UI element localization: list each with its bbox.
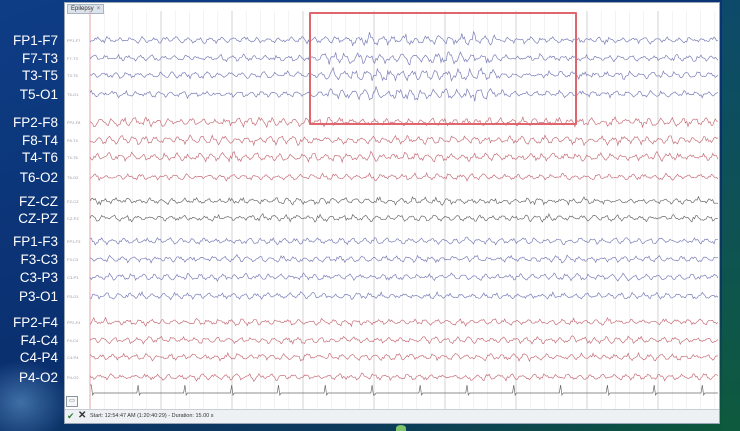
channel-label-fp1-f7: FP1-F7 (12, 33, 58, 48)
row-tag: C4-P4 (67, 355, 79, 360)
row-tag: FZ-CZ (67, 199, 79, 204)
row-tag: P3-O1 (67, 294, 79, 299)
channel-label-column: FP1-F7 F7-T3 T3-T5 T5-O1 FP2-F8 F8-T4 T4-T6 T6-… (0, 0, 62, 431)
row-tag: F4-C4 (67, 338, 79, 343)
row-tag: FP1-F3 (67, 239, 81, 244)
channel-label-fp1-f3: FP1-F3 (12, 234, 58, 249)
marker-tool-icon[interactable]: ▭ (66, 396, 78, 407)
row-tag: T5-O1 (67, 92, 79, 97)
trace-t4-t6 (89, 150, 719, 164)
row-tag: FP2-F4 (67, 320, 81, 325)
trace-fp2-f4 (89, 316, 719, 328)
status-bar: ✔ ✕ Start: 12:54:47 AM (1:20:40:29) - Du… (65, 409, 719, 423)
channel-label-f3-c3: F3-C3 (20, 252, 58, 267)
channel-label-t5-o1: T5-O1 (19, 87, 58, 102)
trace-f3-c3 (89, 253, 718, 264)
channel-label-fp2-f4: FP2-F4 (12, 315, 58, 330)
close-icon[interactable]: ✕ (78, 410, 86, 421)
channel-label-fz-cz: FZ-CZ (19, 194, 58, 209)
trace-t6-o2 (89, 172, 719, 182)
trace-p4-o2 (89, 372, 719, 382)
eeg-viewer[interactable]: Epilepsy × FP1-F7 F7-T3 T3-T5 T5-O1 FP2-F8 F8-… (64, 2, 720, 424)
trace-c3-p3 (89, 272, 719, 283)
highlight-box (309, 12, 577, 125)
status-text: Start: 12:54:47 AM (1:20:40:29) - Durati… (90, 413, 214, 419)
trace-cz-pz (89, 212, 718, 223)
channel-label-t6-o2: T6-O2 (19, 170, 58, 185)
row-tag: T3-T5 (67, 73, 78, 78)
decorative-dot (396, 425, 406, 431)
row-tag: FP2-F8 (67, 120, 81, 125)
row-tag: FP1-F7 (67, 38, 81, 43)
row-tag: T6-O2 (67, 175, 79, 180)
row-tag: P4-O2 (67, 375, 79, 380)
channel-label-t4-t6: T4-T6 (21, 150, 58, 165)
channel-label-f4-c4: F4-C4 (20, 333, 58, 348)
background-edge (722, 0, 740, 431)
row-tag: F8-T4 (67, 138, 78, 143)
channel-label-c4-p4: C4-P4 (19, 350, 58, 365)
trace-p3-o1 (89, 290, 719, 301)
trace-ekg (90, 384, 718, 396)
trace-c4-p4 (89, 351, 718, 363)
channel-label-f8-t4: F8-T4 (21, 133, 58, 148)
channel-label-fp2-f8: FP2-F8 (12, 115, 58, 130)
row-tag: F7-T3 (67, 56, 78, 61)
checkmark-icon[interactable]: ✔ (67, 411, 75, 422)
trace-fp1-f3 (89, 236, 719, 246)
channel-label-cz-pz: CZ-PZ (18, 211, 58, 226)
trace-fz-cz (89, 195, 718, 206)
trace-f8-t4 (89, 134, 719, 147)
channel-label-c3-p3: C3-P3 (19, 270, 58, 285)
row-tag: CZ-PZ (67, 216, 79, 221)
channel-label-p3-o1: P3-O1 (18, 289, 58, 304)
channel-label-p4-o2: P4-O2 (18, 370, 58, 385)
channel-label-f7-t3: F7-T3 (21, 51, 58, 66)
row-tag: C3-P3 (67, 275, 79, 280)
trace-f4-c4 (89, 335, 719, 345)
row-tag: T4-T6 (67, 155, 78, 160)
row-tag: F3-C3 (67, 257, 79, 262)
channel-label-t3-t5: T3-T5 (21, 68, 58, 83)
